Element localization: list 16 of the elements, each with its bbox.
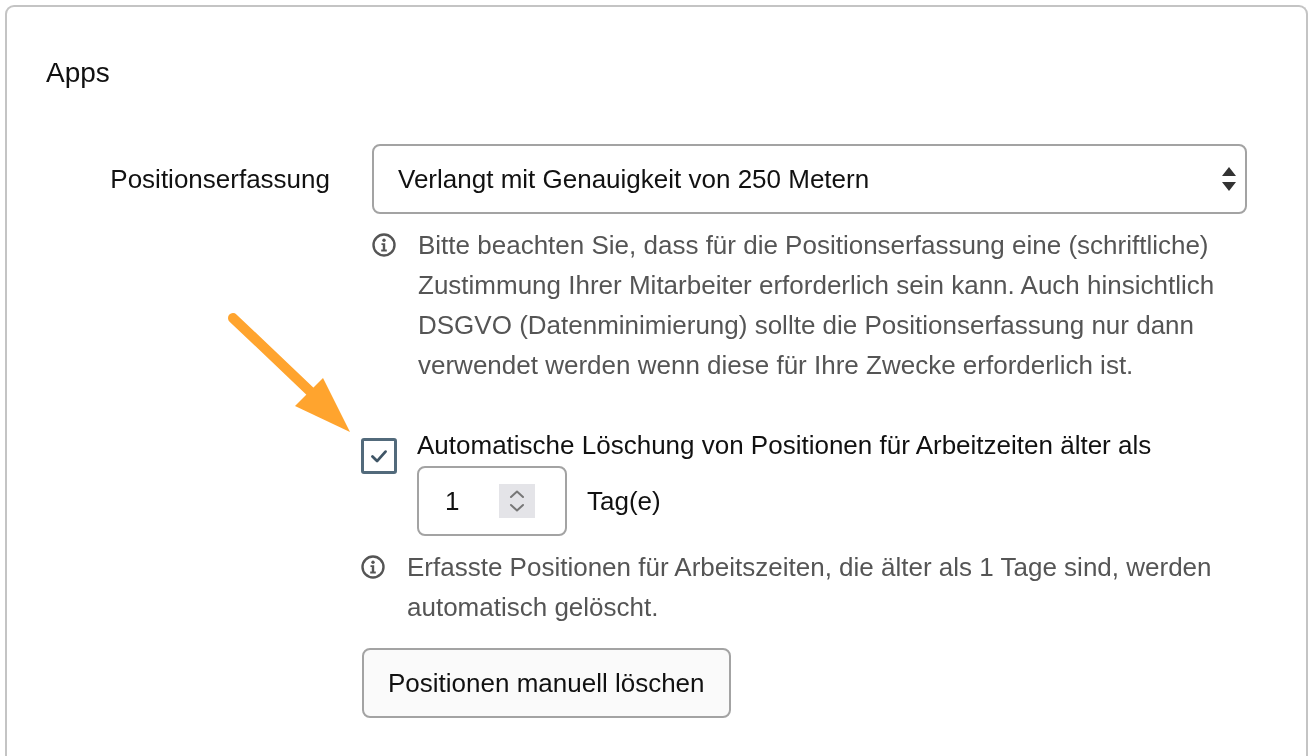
dropdown[interactable]: Verlangt mit Genauigkeit von 250 Metern	[372, 144, 1247, 214]
unit-label: Tag(e)	[587, 485, 661, 517]
delete-positions-button[interactable]: Positionen manuell löschen	[362, 648, 731, 718]
checkbox-label: Automatische Löschung von Positionen für Arbeitzeiten älter als	[417, 429, 1152, 462]
checkmark-icon	[371, 449, 387, 463]
field-label: Positionserfassung	[110, 164, 330, 194]
hint-text: Erfasste Positionen für Arbeitszeiten, die älter als 1 Tage sind, werden automatisch gelöscht.	[407, 551, 1213, 624]
info-icon	[372, 233, 396, 257]
sort-arrows-icon	[1222, 167, 1236, 191]
arrow-icon	[228, 313, 352, 434]
number-field[interactable]: 1	[417, 466, 567, 536]
stepper-icon[interactable]	[499, 484, 535, 518]
section-title: Apps	[46, 56, 110, 90]
hint-text: Bitte beachten Sie, dass für die Positionserfassung eine (schriftliche) Zustimmung Ihrer Mitarbeiter erforderlich sein kann. Auch hinsichtlich DSGVO (Datenminimierung) sollte die Positionserfassung nur dann verwendet werden wenn diese für Ihre Zwecke erforderlich ist.	[418, 229, 1216, 382]
checkbox[interactable]	[361, 438, 397, 474]
info-icon	[361, 555, 385, 579]
